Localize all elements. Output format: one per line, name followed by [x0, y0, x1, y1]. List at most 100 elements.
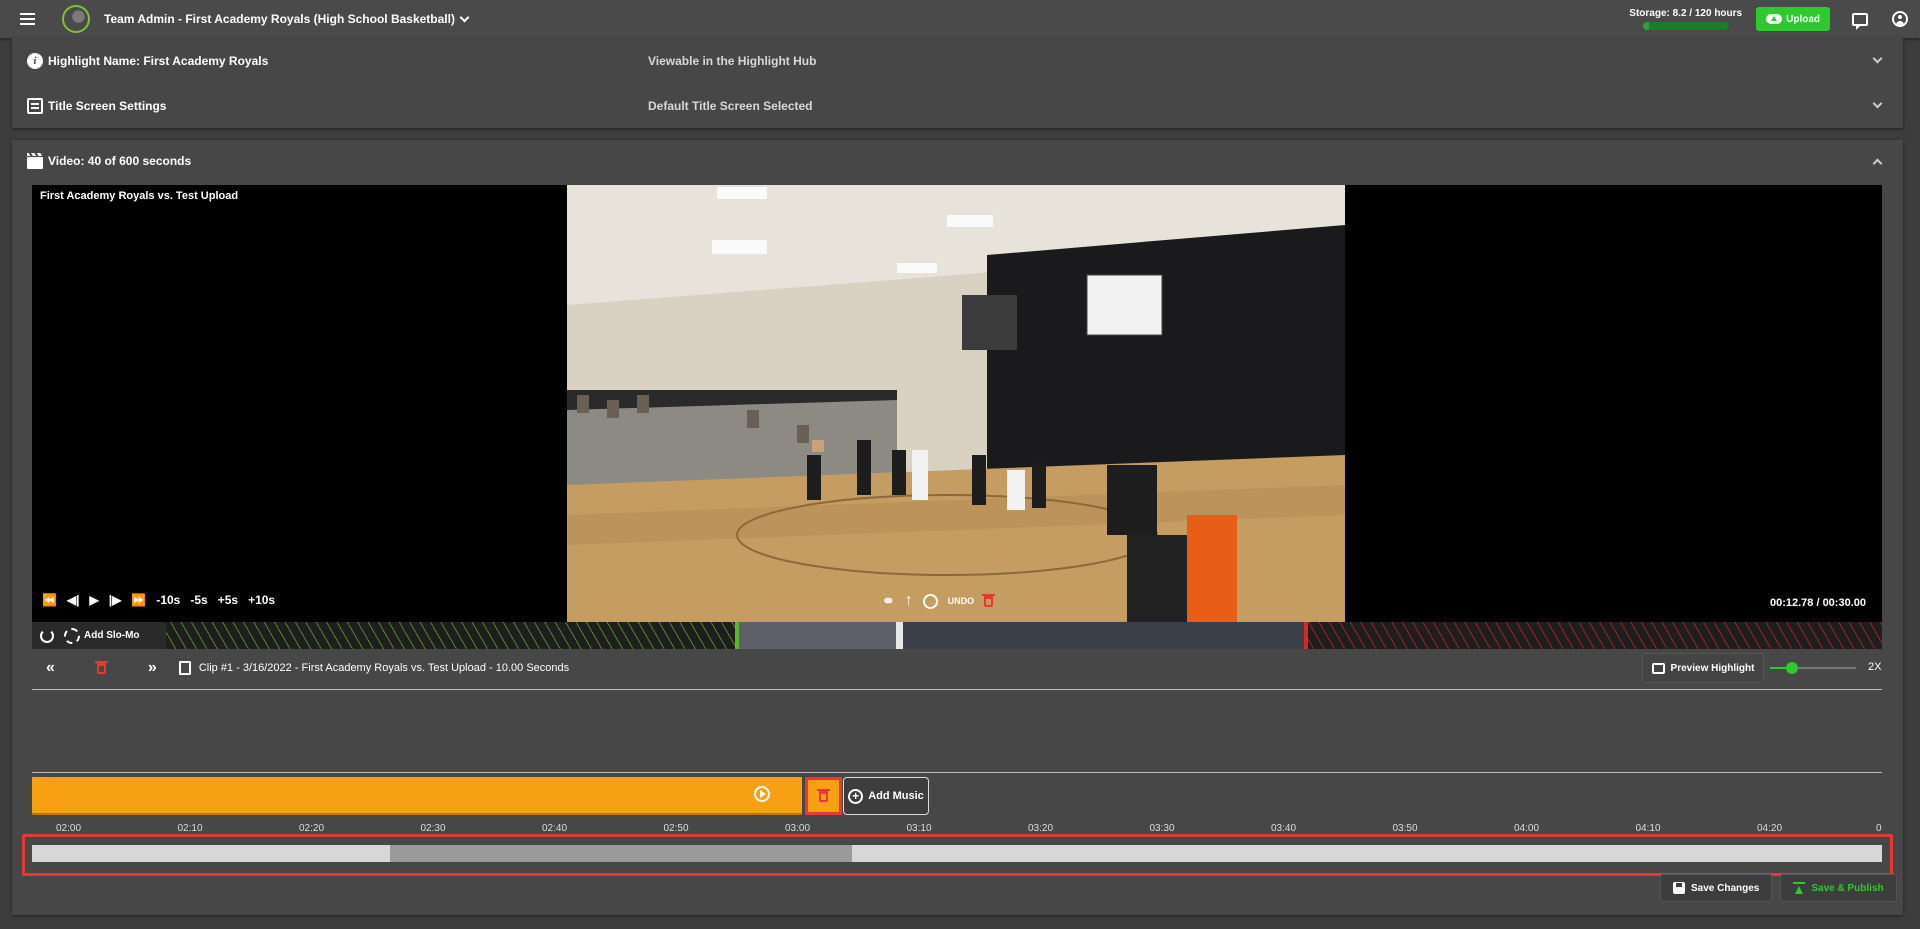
next-clip-icon[interactable]: »	[148, 659, 157, 677]
link-icon[interactable]: ⚭	[882, 592, 895, 610]
preview-icon	[1651, 662, 1665, 674]
clapperboard-icon	[27, 153, 43, 169]
trim-tools: Add Slo-Mo	[32, 622, 166, 649]
video-caption: First Academy Royals vs. Test Upload	[40, 190, 239, 202]
title-screen-icon	[27, 97, 43, 114]
fast-forward-icon[interactable]: ⏩	[131, 593, 146, 607]
rewind-icon[interactable]: ⏪	[42, 593, 57, 607]
storage-fill	[1642, 22, 1649, 30]
timeline-ticks: 02:00 02:10 02:20 02:30 02:40 02:50 03:00 03:10…	[32, 823, 1882, 833]
account-icon	[1892, 11, 1908, 27]
play-icon[interactable]: ▶	[90, 593, 99, 607]
timeline-tick: 03:20	[1028, 823, 1054, 833]
skip-forward-10-button[interactable]: +10s	[248, 593, 275, 607]
timeline-tick: 03:30	[1149, 823, 1175, 833]
arrow-up-icon[interactable]: ↑	[905, 592, 913, 610]
video-duration-label: Video: 40 of 600 seconds	[48, 154, 192, 168]
trim-start-handle[interactable]	[735, 622, 739, 649]
expand-icon[interactable]	[1872, 98, 1883, 109]
speed-slider[interactable]	[1770, 662, 1856, 674]
timeline-tick: 02:00	[56, 823, 82, 833]
skip-forward-5-button[interactable]: +5s	[218, 593, 238, 607]
timeline-tick: 03:40	[1271, 823, 1297, 833]
video-panel-header[interactable]: Video: 40 of 600 seconds	[12, 140, 1903, 182]
skip-back-5-button[interactable]: -5s	[190, 593, 207, 607]
trim-end-handle[interactable]	[1304, 622, 1308, 649]
title-screen-label: Title Screen Settings	[48, 98, 167, 113]
delete-clip-icon[interactable]	[94, 660, 108, 674]
highlight-name-row[interactable]: i Highlight Name: First Academy Royals V…	[12, 38, 1903, 83]
publish-label: Save & Publish	[1811, 882, 1884, 894]
prev-clip-icon[interactable]: «	[46, 659, 55, 677]
plus-icon: +	[848, 788, 864, 804]
timeline-scrubber[interactable]	[32, 845, 1882, 862]
video-frame[interactable]	[567, 185, 1345, 622]
save-changes-button[interactable]: Save Changes	[1660, 874, 1773, 902]
save-label: Save Changes	[1691, 882, 1760, 894]
save-publish-button[interactable]: Save & Publish	[1780, 874, 1897, 902]
upload-button[interactable]: Upload	[1756, 7, 1830, 31]
settings-panel: i Highlight Name: First Academy Royals V…	[12, 38, 1903, 128]
add-music-button[interactable]: + Add Music	[843, 777, 929, 815]
playhead[interactable]	[896, 622, 903, 649]
timeline-tick: 02:10	[177, 823, 203, 833]
delete-music-button[interactable]	[805, 777, 842, 815]
expand-icon[interactable]	[1872, 53, 1883, 64]
step-back-icon[interactable]: ◀|	[67, 593, 80, 607]
timeline-tick: 02:50	[663, 823, 689, 833]
timeline-tick: 02:20	[299, 823, 325, 833]
team-title: Team Admin - First Academy Royals (High …	[104, 12, 455, 26]
music-play-icon[interactable]	[754, 786, 770, 802]
title-screen-row[interactable]: Title Screen Settings Default Title Scre…	[12, 83, 1903, 128]
add-slo-mo-button[interactable]: Add Slo-Mo	[84, 630, 140, 641]
film-icon	[178, 661, 191, 675]
scrubber-thumb[interactable]	[390, 845, 852, 862]
save-bar: Save Changes Save & Publish	[1660, 874, 1897, 902]
drawing-tools: ⚭ ↑ UNDO	[882, 592, 996, 610]
publish-icon	[1793, 882, 1806, 894]
storage-bar	[1642, 22, 1729, 30]
clip-row: « » Clip #1 - 3/16/2022 - First Academy …	[32, 653, 1882, 683]
undo-button[interactable]: UNDO	[948, 596, 975, 606]
menu-icon[interactable]	[20, 9, 48, 29]
slo-mo-icon[interactable]	[64, 627, 80, 644]
message-icon	[1852, 12, 1868, 30]
highlight-name-label: Highlight Name: First Academy Royals	[48, 53, 269, 68]
speed-slider-knob[interactable]	[1785, 662, 1798, 674]
step-forward-icon[interactable]: |▶	[109, 593, 122, 607]
playback-controls: ⏪ ◀| ▶ |▶ ⏩ -10s -5s +5s +10s	[42, 593, 275, 607]
trash-icon[interactable]	[982, 593, 996, 607]
timeline-tick: 03:50	[1392, 823, 1418, 833]
chevron-down-icon	[459, 12, 470, 22]
circle-icon[interactable]	[922, 593, 938, 609]
timeline-tick: 02:30	[420, 823, 446, 833]
timeline-tick: 0	[1876, 823, 1882, 833]
speed-label: 2X	[1868, 661, 1882, 673]
collapse-icon[interactable]	[1872, 158, 1883, 169]
info-icon: i	[27, 52, 43, 69]
divider	[32, 689, 1882, 690]
preview-highlight-button[interactable]: Preview Highlight	[1642, 653, 1764, 683]
reset-icon[interactable]	[40, 628, 54, 643]
gym-scene-image	[567, 185, 1345, 622]
storage-label: Storage: 8.2 / 120 hours	[1629, 8, 1743, 19]
top-bar: Team Admin - First Academy Royals (High …	[0, 0, 1920, 38]
messages-button[interactable]	[1840, 0, 1880, 38]
trash-icon	[817, 788, 830, 802]
timeline-tick: 04:00	[1514, 823, 1540, 833]
clip-trim-bar[interactable]: Add Slo-Mo	[32, 622, 1882, 649]
music-track[interactable]	[32, 777, 802, 815]
skip-back-10-button[interactable]: -10s	[156, 593, 180, 607]
timeline-tick: 04:10	[1635, 823, 1661, 833]
timeline-tick: 03:10	[906, 823, 932, 833]
video-player[interactable]: First Academy Royals vs. Test Upload 00:…	[32, 185, 1882, 622]
account-button[interactable]	[1880, 0, 1920, 38]
highlight-name-value: Viewable in the Highlight Hub	[648, 53, 817, 68]
save-icon	[1673, 882, 1685, 894]
team-selector[interactable]: Team Admin - First Academy Royals (High …	[104, 12, 470, 26]
trim-played-region	[738, 622, 898, 649]
divider	[32, 772, 1882, 773]
clip-label: Clip #1 - 3/16/2022 - First Academy Roya…	[198, 662, 570, 674]
app-logo[interactable]	[62, 5, 90, 33]
upload-label: Upload	[1786, 13, 1820, 25]
